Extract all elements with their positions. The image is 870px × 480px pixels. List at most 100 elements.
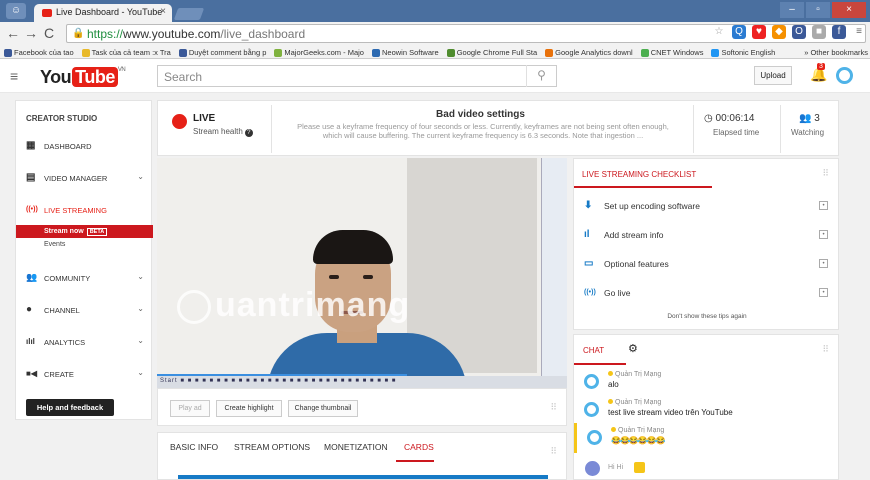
drag-handle-icon[interactable]: ⠿ <box>550 446 557 457</box>
reload-icon[interactable]: C <box>44 25 54 41</box>
creator-studio-sidebar: CREATOR STUDIO ▦ DASHBOARD ▤ VIDEO MANAG… <box>15 100 153 420</box>
help-icon[interactable]: ? <box>244 129 253 137</box>
dont-show-tips-link[interactable]: Don't show these tips again <box>574 313 840 320</box>
go-live-icon: ((•)) <box>584 289 596 296</box>
checklist-checkbox[interactable]: • <box>819 230 828 239</box>
facebook-icon[interactable]: f <box>832 25 846 39</box>
watermark-logo-icon <box>177 290 211 324</box>
owner-badge-icon <box>611 427 616 432</box>
bookmark-item[interactable]: CNET Windows <box>640 47 703 58</box>
forward-icon[interactable]: → <box>24 25 38 41</box>
live-streaming-checklist: LIVE STREAMING CHECKLIST ⠿ ⬇ Set up enco… <box>573 158 839 330</box>
sidebar-item-analytics[interactable]: ılıl ANALYTICS ⌄ <box>16 333 153 351</box>
new-tab-button[interactable] <box>173 8 205 20</box>
chevron-down-icon[interactable]: ⌄ <box>137 304 144 313</box>
bookmark-item[interactable]: Facebook của tao <box>4 47 74 58</box>
create-highlight-button[interactable]: Create highlight <box>216 400 282 417</box>
tab-close-icon[interactable]: × <box>160 6 166 17</box>
checklist-checkbox[interactable]: • <box>819 259 828 268</box>
beta-badge: BETA <box>86 228 108 236</box>
youtube-logo[interactable]: You Tube VN <box>40 67 126 88</box>
close-window-button[interactable]: × <box>832 2 866 18</box>
stream-status-bar: LIVE Stream health? Bad video settings P… <box>157 100 839 156</box>
sidebar-item-label: DASHBOARD <box>44 142 92 151</box>
bookmark-item[interactable]: Neowin Software <box>371 47 439 58</box>
checklist-item[interactable]: ((•)) Go live • <box>574 282 840 304</box>
back-icon[interactable]: ← <box>6 25 20 41</box>
live-video-preview[interactable]: uantrimang Start ■ ■ ■ ■ ■ ■ ■ ■ ■ ■ ■ ■… <box>157 158 567 388</box>
pocket-icon[interactable]: ♥ <box>752 25 766 39</box>
tab-stream-options[interactable]: STREAM OPTIONS <box>234 442 310 452</box>
tab-monetization[interactable]: MONETIZATION <box>324 442 388 452</box>
checklist-item[interactable]: ⬇ Set up encoding software • <box>574 195 840 217</box>
logo-region: VN <box>117 67 126 73</box>
viewers-icon: 👥 <box>799 113 812 124</box>
sidebar-subitem-label: Stream now <box>44 228 84 235</box>
sidebar-item-video-manager[interactable]: ▤ VIDEO MANAGER ⌄ <box>16 169 153 187</box>
minimize-button[interactable]: – <box>780 2 804 18</box>
notifications-bell-icon[interactable]: 🔔 3 <box>810 63 827 83</box>
video-side-window <box>541 158 567 388</box>
avatar <box>584 402 599 417</box>
chat-message[interactable]: Quản Trị Mạng 😂😂😂😂😂😂 <box>574 423 840 453</box>
checklist-checkbox[interactable]: • <box>819 201 828 210</box>
play-ad-button[interactable]: Play ad <box>170 400 210 417</box>
profile-icon[interactable]: ☺ <box>6 3 26 19</box>
divider <box>271 105 272 153</box>
star-icon[interactable]: ☆ <box>712 25 726 39</box>
sidebar-subitem-stream-now[interactable]: Stream now BETA <box>16 225 153 238</box>
sidebar-item-community[interactable]: 👥 COMMUNITY ⌄ <box>16 269 153 287</box>
extension-icon[interactable]: ◆ <box>772 25 786 39</box>
gear-icon[interactable]: ⚙ <box>628 342 638 355</box>
other-bookmarks[interactable]: » Other bookmarks <box>804 47 870 58</box>
upload-button[interactable]: Upload <box>754 66 792 85</box>
bookmark-item[interactable]: Google Chrome Full Sta <box>446 47 537 58</box>
browser-tab[interactable]: Live Dashboard - YouTube × <box>34 4 172 22</box>
stream-health[interactable]: Stream health? <box>193 127 253 137</box>
chevron-down-icon[interactable]: ⌄ <box>137 368 144 377</box>
stream-info-icon: ıl <box>584 229 590 240</box>
drag-handle-icon[interactable]: ⠿ <box>550 402 557 413</box>
bookmark-item[interactable]: MajorGeeks.com - Majo <box>274 47 364 58</box>
sidebar-item-live-streaming[interactable]: ((•)) LIVE STREAMING <box>16 201 153 219</box>
help-and-feedback-button[interactable]: Help and feedback <box>26 399 114 416</box>
optional-features-icon: ▭ <box>584 258 594 269</box>
bookmark-item[interactable]: Softonic English <box>711 47 775 58</box>
chat-message[interactable]: Quản Trị Mạng alo <box>574 367 840 397</box>
extension-icon[interactable]: Q <box>732 25 746 39</box>
chevron-down-icon[interactable]: ⌄ <box>137 336 144 345</box>
tab-cards[interactable]: CARDS <box>404 442 434 452</box>
bookmark-item[interactable]: Duyệt comment bằng p <box>178 47 266 58</box>
chat-message[interactable]: Quản Trị Mạng test live stream video trê… <box>574 395 840 425</box>
checklist-checkbox[interactable]: • <box>819 288 828 297</box>
browser-toolbar: ← → C 🔒 https://www.youtube.com/live_das… <box>0 22 870 45</box>
guide-menu-icon[interactable]: ≡ <box>10 68 18 84</box>
warning-title: Bad video settings <box>436 109 525 120</box>
account-avatar[interactable] <box>836 67 853 84</box>
sidebar-item-create[interactable]: ■◀ CREATE ⌄ <box>16 365 153 383</box>
sidebar-item-dashboard[interactable]: ▦ DASHBOARD <box>16 137 153 155</box>
checklist-item[interactable]: ▭ Optional features • <box>574 253 840 275</box>
extension-icon[interactable]: ■ <box>812 25 826 39</box>
tab-basic-info[interactable]: BASIC INFO <box>170 442 218 452</box>
drag-handle-icon[interactable]: ⠿ <box>822 344 829 355</box>
drag-handle-icon[interactable]: ⠿ <box>822 168 829 179</box>
bookmark-item[interactable]: Task của cả team :x Tra <box>81 47 171 58</box>
search-icon[interactable]: ⚲ <box>526 65 556 87</box>
maximize-button[interactable]: ▫ <box>806 2 830 18</box>
checklist-item[interactable]: ıl Add stream info • <box>574 224 840 246</box>
extension-icon[interactable]: O <box>792 25 806 39</box>
menu-icon[interactable]: ≡ <box>852 25 866 39</box>
sidebar-subitem-events[interactable]: Events <box>16 238 153 251</box>
notification-badge: 3 <box>817 63 825 70</box>
sidebar-item-channel[interactable]: ● CHANNEL ⌄ <box>16 301 153 319</box>
chevron-down-icon[interactable]: ⌄ <box>137 272 144 281</box>
bookmark-item[interactable]: Google Analytics downl <box>545 47 633 58</box>
chevron-down-icon[interactable]: ⌄ <box>137 172 144 181</box>
change-thumbnail-button[interactable]: Change thumbnail <box>288 400 358 417</box>
bookmark-favicon-icon <box>81 48 90 57</box>
chat-text: 😂😂😂😂😂😂 <box>611 436 666 445</box>
emoji-picker-icon[interactable] <box>634 462 645 473</box>
live-streaming-icon: ((•)) <box>26 206 38 213</box>
search-input[interactable]: Search ⚲ <box>157 65 557 87</box>
